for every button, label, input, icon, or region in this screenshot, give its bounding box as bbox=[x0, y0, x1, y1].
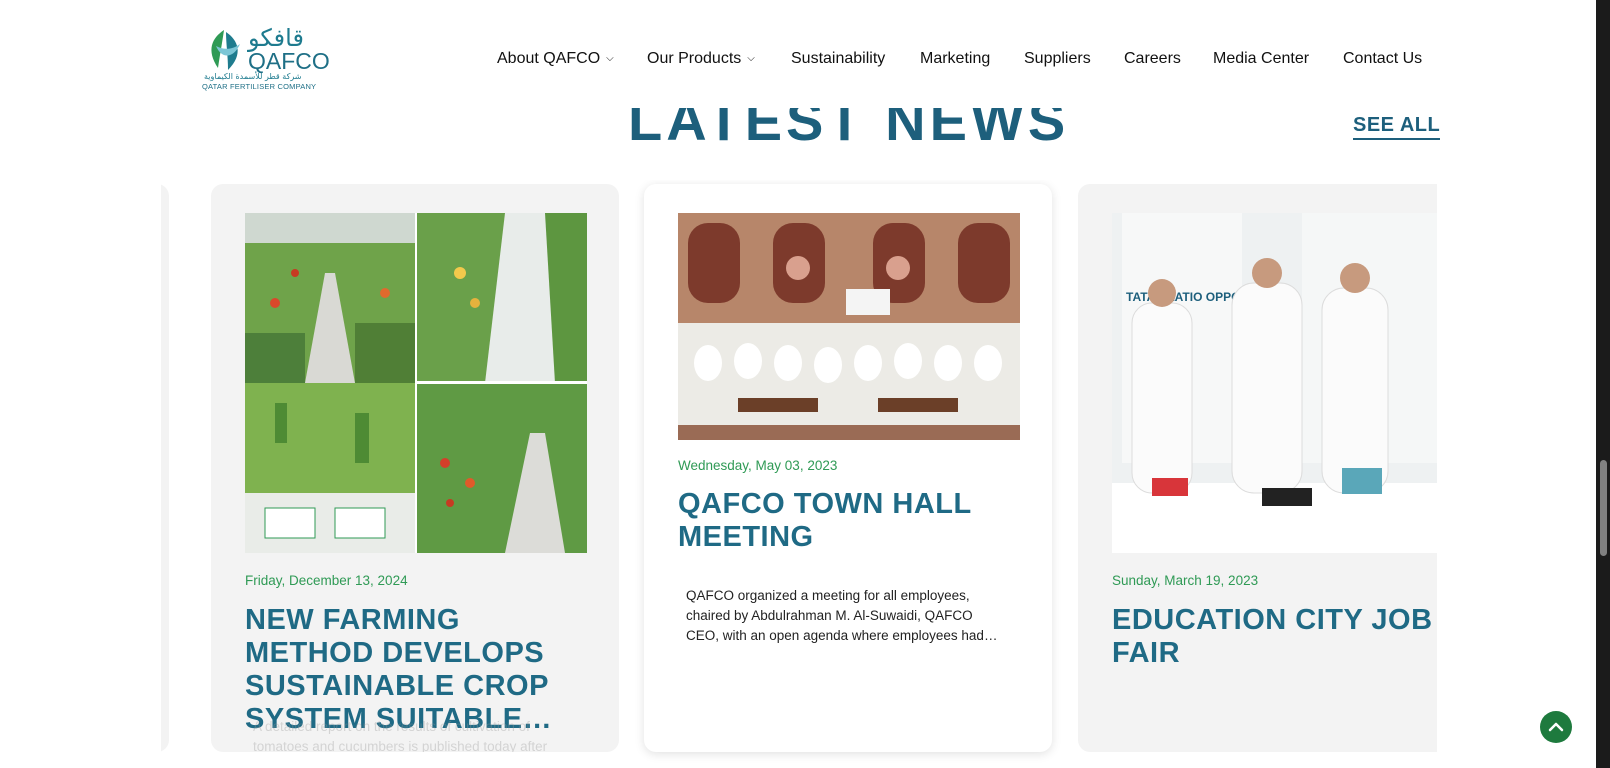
see-all-link[interactable]: SEE ALL bbox=[1353, 114, 1441, 140]
news-date: Friday, December 13, 2024 bbox=[245, 573, 408, 588]
news-excerpt: A detailed report on the results of cult… bbox=[253, 719, 548, 752]
nav-label: Sustainability bbox=[791, 50, 886, 67]
news-card[interactable]: Friday, December 13, 2024 NEW FARMING ME… bbox=[211, 184, 619, 752]
nav-label: About QAFCO bbox=[497, 50, 601, 67]
news-carousel: Friday, December 13, 2024 NEW FARMING ME… bbox=[161, 180, 1437, 768]
news-date: Wednesday, May 03, 2023 bbox=[678, 458, 838, 473]
site-header: قافكو QAFCO شركة قطر للأسمدة الكيماوية Q… bbox=[0, 0, 1596, 108]
nav-label: Marketing bbox=[920, 50, 991, 67]
chevron-up-icon bbox=[1548, 722, 1564, 732]
nav-media-center[interactable]: Media Center bbox=[1213, 50, 1309, 68]
nav-careers[interactable]: Careers bbox=[1124, 50, 1181, 68]
news-title[interactable]: QAFCO TOWN HALL MEETING bbox=[678, 488, 1023, 554]
leaf-logo-icon bbox=[211, 30, 240, 70]
page-scrollbar[interactable] bbox=[1596, 0, 1610, 768]
logo-arabic-subtitle: شركة قطر للأسمدة الكيماوية bbox=[204, 72, 302, 81]
news-card[interactable]: Wednesday, May 03, 2023 QAFCO TOWN HALL … bbox=[644, 184, 1052, 752]
scrollbar-thumb[interactable] bbox=[1600, 460, 1607, 556]
news-excerpt: QAFCO organized a meeting for all employ… bbox=[686, 588, 998, 643]
job-fair-image: TATARIZATIO OPPORTUNI bbox=[1112, 213, 1437, 553]
chevron-down-icon: ⌵ bbox=[606, 53, 614, 64]
town-hall-image bbox=[678, 213, 1020, 440]
chevron-down-icon: ⌵ bbox=[747, 53, 755, 64]
nav-label: Careers bbox=[1124, 50, 1181, 67]
nav-our-products[interactable]: Our Products ⌵ bbox=[647, 50, 755, 68]
nav-label: Our Products bbox=[647, 50, 742, 67]
qafco-logo[interactable]: قافكو QAFCO شركة قطر للأسمدة الكيماوية Q… bbox=[202, 24, 330, 91]
nav-marketing[interactable]: Marketing bbox=[920, 50, 990, 68]
news-date: Sunday, March 19, 2023 bbox=[1112, 573, 1259, 588]
logo-name: QAFCO bbox=[248, 48, 330, 74]
nav-label: Suppliers bbox=[1024, 50, 1091, 67]
greenhouse-image bbox=[245, 213, 587, 553]
nav-contact-us[interactable]: Contact Us bbox=[1343, 50, 1422, 68]
nav-suppliers[interactable]: Suppliers bbox=[1024, 50, 1091, 68]
news-title[interactable]: EDUCATION CITY JOB FAIR bbox=[1112, 604, 1437, 670]
news-card-previous[interactable] bbox=[161, 184, 169, 752]
nav-label: Contact Us bbox=[1343, 50, 1423, 67]
nav-about-qafco[interactable]: About QAFCO ⌵ bbox=[497, 50, 614, 68]
logo-subtitle: QATAR FERTILISER COMPANY bbox=[202, 82, 317, 91]
nav-sustainability[interactable]: Sustainability bbox=[791, 50, 885, 68]
nav-label: Media Center bbox=[1213, 50, 1310, 67]
scroll-to-top-button[interactable] bbox=[1540, 711, 1572, 743]
news-card[interactable]: TATARIZATIO OPPORTUNI Sunday, March 19, … bbox=[1078, 184, 1437, 752]
